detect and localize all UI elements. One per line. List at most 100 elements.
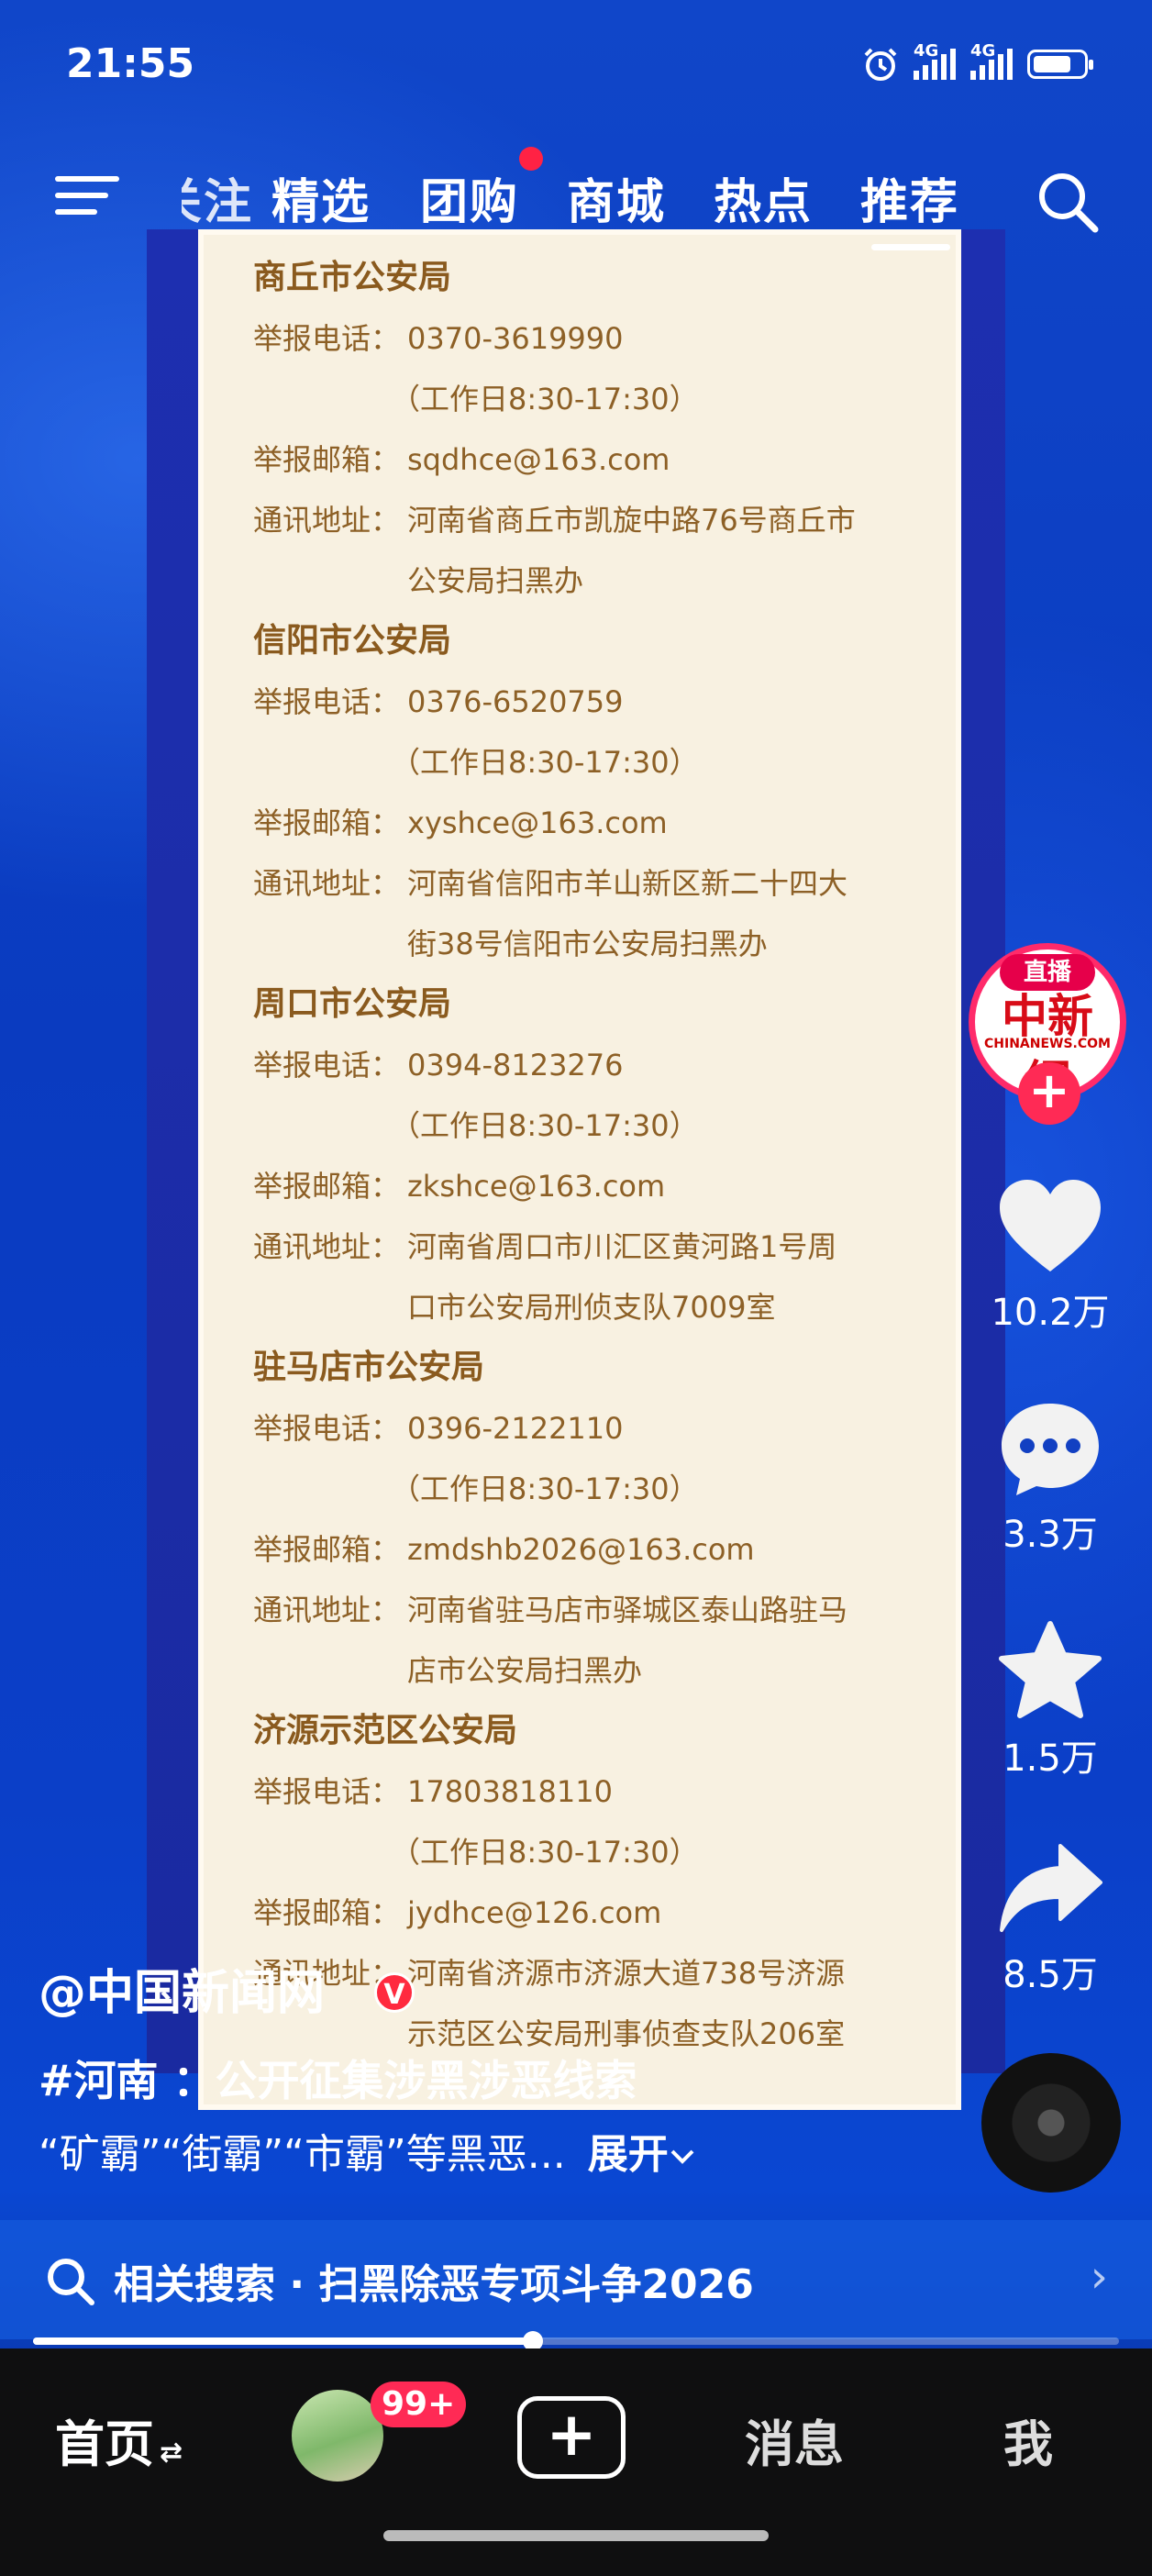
progress-fill	[33, 2337, 533, 2345]
follow-button[interactable]: +	[1018, 1062, 1080, 1125]
address-line: 河南省济源市济源大道738号济源	[407, 1956, 846, 1991]
menu-icon[interactable]	[55, 167, 119, 222]
address-label: 通讯地址：	[253, 1229, 401, 1264]
caption-hashtag-line[interactable]: #河南 ：公开征集涉黑涉恶线索	[39, 2048, 637, 2108]
tab-recommended[interactable]: 推荐	[860, 163, 959, 232]
related-search-label: 相关搜索 · 扫黑除恶专项斗争2026	[114, 2261, 754, 2308]
music-disc-icon[interactable]	[981, 2053, 1121, 2193]
email-address: jydhce@126.com	[407, 1895, 662, 1930]
address-line-2: 公安局扫黑办	[407, 563, 584, 598]
contact-section: 周口市公安局举报电话： 0394-8123276 （工作日8:30-17:30） 举报…	[253, 974, 932, 1338]
create-button[interactable]: +	[517, 2396, 626, 2479]
battery-icon	[1027, 50, 1093, 79]
address-row: 通讯地址： 河南省周口市川汇区黄河路1号周	[253, 1216, 932, 1277]
phone-number: 17803818110	[407, 1774, 613, 1809]
comment-button[interactable]: 3.3万	[981, 1400, 1119, 1558]
tab-trending[interactable]: 热点	[714, 163, 813, 232]
contact-list: 商丘市公安局 举报电话： 0370-3619990 （工作日8:30-17:30） 举报…	[253, 248, 932, 2064]
signal-icon-1: 4G	[914, 41, 956, 80]
phone-row: 举报电话： 0396-2122110	[253, 1398, 932, 1459]
email-label: 举报邮箱：	[253, 1895, 401, 1930]
tab-following[interactable]: 关注	[182, 163, 253, 232]
email-row: 举报邮箱： zkshce@163.com	[253, 1156, 932, 1216]
favorite-button[interactable]: 1.5万	[981, 1620, 1119, 1782]
bureau-name: 济源示范区公安局	[253, 1712, 518, 1749]
nav-home[interactable]: 首页 ⇄	[55, 2404, 183, 2476]
email-address: zkshce@163.com	[407, 1169, 666, 1204]
share-count: 8.5万	[1002, 1954, 1098, 1996]
document-card: 商丘市公安局 举报电话： 0370-3619990 （工作日8:30-17:30） 举报…	[198, 229, 961, 2110]
status-icons: 4G 4G	[862, 41, 1093, 83]
related-search-bar[interactable]: 相关搜索 · 扫黑除恶专项斗争2026 ›	[0, 2220, 1152, 2339]
nav-messages[interactable]: 消息	[745, 2404, 844, 2476]
bureau-name: 驻马店市公安局	[253, 1349, 485, 1386]
work-hours: （工作日8:30-17:30）	[391, 382, 699, 416]
home-indicator	[383, 2530, 769, 2541]
email-label: 举报邮箱：	[253, 805, 401, 840]
address-row: 通讯地址： 河南省商丘市凯旋中路76号商丘市	[253, 490, 932, 550]
like-button[interactable]: 10.2万	[981, 1178, 1119, 1336]
author-name[interactable]: @中国新闻网	[39, 1954, 325, 2023]
favorite-count: 1.5万	[1002, 1738, 1098, 1780]
bureau-name: 信阳市公安局	[253, 622, 452, 660]
friends-avatar[interactable]	[292, 2390, 383, 2482]
top-nav: 关注 精选 团购 商城 热点 推荐	[0, 156, 1152, 250]
comment-count: 3.3万	[1002, 1514, 1098, 1556]
tab-mall[interactable]: 商城	[567, 163, 666, 232]
email-label: 举报邮箱：	[253, 442, 401, 477]
phone-number: 0370-3619990	[407, 321, 624, 356]
address-row: 通讯地址： 河南省驻马店市驿城区泰山路驻马	[253, 1580, 932, 1640]
contact-section: 济源示范区公安局 举报电话： 17803818110 （工作日8:30-17:30） 举…	[253, 1701, 932, 2064]
phone-row: 举报电话： 0370-3619990	[253, 308, 932, 369]
email-address: zmdshb2026@163.com	[407, 1532, 755, 1567]
search-icon	[48, 2259, 94, 2305]
contact-section: 信阳市公安局 举报电话： 0376-6520759 （工作日8:30-17:30） 举报…	[253, 611, 932, 974]
tab-featured[interactable]: 精选	[271, 163, 371, 232]
notification-dot	[519, 147, 543, 171]
address-label: 通讯地址：	[253, 503, 401, 538]
bottom-nav: 首页 ⇄ 99+ + 消息 我	[0, 2348, 1152, 2576]
caption-line2: “矿霸”“街霸”“市霸”等黑恶...	[39, 2131, 566, 2178]
email-row: 举报邮箱： xyshce@163.com	[253, 793, 932, 853]
active-tab-indicator	[871, 244, 950, 250]
phone-label: 举报电话：	[253, 321, 401, 356]
phone-label: 举报电话：	[253, 1411, 401, 1446]
star-icon	[999, 1621, 1102, 1718]
phone-row: 举报电话： 0394-8123276	[253, 1035, 932, 1095]
work-hours: （工作日8:30-17:30）	[391, 1108, 699, 1143]
nav-me[interactable]: 我	[1003, 2404, 1053, 2476]
email-address: xyshce@163.com	[407, 805, 668, 840]
address-line: 河南省周口市川汇区黄河路1号周	[407, 1229, 837, 1264]
work-hours: （工作日8:30-17:30）	[391, 745, 699, 780]
phone-label: 举报电话：	[253, 1774, 401, 1809]
address-label: 通讯地址：	[253, 866, 401, 901]
share-icon	[1000, 1844, 1102, 1932]
notification-badge: 99+	[371, 2382, 467, 2427]
expand-button[interactable]: 展开	[588, 2131, 696, 2178]
address-label: 通讯地址：	[253, 1593, 401, 1627]
address-line: 河南省信阳市羊山新区新二十四大	[407, 866, 848, 901]
address-line: 河南省驻马店市驿城区泰山路驻马	[407, 1593, 848, 1627]
address-row: 通讯地址： 河南省济源市济源大道738号济源	[253, 1943, 932, 2004]
work-hours: （工作日8:30-17:30）	[391, 1471, 699, 1506]
caption-text: “矿霸”“街霸”“市霸”等黑恶... 展开	[39, 2121, 696, 2180]
swap-icon: ⇄	[160, 2437, 183, 2469]
phone-row: 举报电话： 17803818110	[253, 1761, 932, 1822]
chinanews-logo-sub: CHINANEWS.COM	[984, 1037, 1111, 1051]
tab-group-buy[interactable]: 团购	[420, 163, 519, 232]
work-hours: （工作日8:30-17:30）	[391, 1835, 699, 1870]
email-label: 举报邮箱：	[253, 1532, 401, 1567]
email-row: 举报邮箱： jydhce@126.com	[253, 1882, 932, 1943]
email-address: sqdhce@163.com	[407, 442, 670, 477]
verified-badge-icon: V	[374, 1972, 415, 2013]
video-progress-bar[interactable]	[33, 2331, 1119, 2351]
share-button[interactable]: 8.5万	[981, 1840, 1119, 1998]
phone-number: 0376-6520759	[407, 684, 624, 719]
signal-icon-2: 4G	[970, 41, 1013, 80]
comment-icon	[1002, 1404, 1099, 1495]
search-icon[interactable]	[1035, 169, 1101, 235]
bureau-name: 周口市公安局	[253, 985, 452, 1023]
alarm-icon	[864, 48, 897, 81]
phone-number: 0394-8123276	[407, 1048, 624, 1083]
like-count: 10.2万	[991, 1292, 1110, 1334]
